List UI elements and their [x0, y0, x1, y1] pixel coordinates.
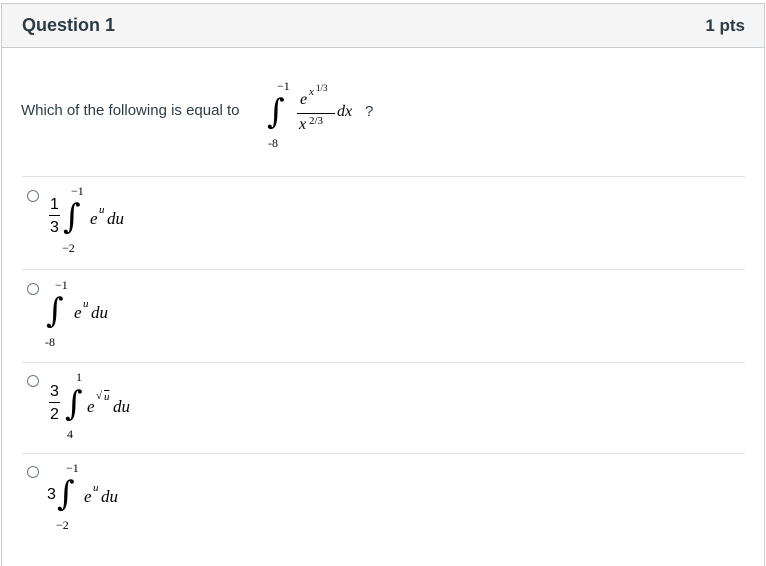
- sqrt-icon: √: [96, 390, 103, 402]
- question-points: 1 pts: [705, 16, 745, 35]
- answer-3-coef-den: 2: [50, 406, 59, 423]
- answer-1-fraction-bar: [49, 215, 60, 216]
- answer-radio-2[interactable]: [27, 283, 39, 295]
- answer-option-3[interactable]: 3 2 1 ∫ 4 e √ u du: [0, 362, 762, 453]
- question-prompt: Which of the following is equal to: [21, 102, 240, 119]
- answer-radio-4[interactable]: [27, 466, 39, 478]
- answer-4-coef: 3: [47, 486, 56, 503]
- answer-3-fraction-bar: [49, 402, 60, 403]
- question-title: Question 1: [22, 15, 116, 35]
- denominator-power: 2/3: [309, 115, 324, 127]
- answer-2-differential: du: [91, 303, 108, 322]
- answer-4-lower-limit: −2: [56, 518, 69, 532]
- numerator-exponent-power: 1/3: [316, 83, 328, 93]
- answer-option-1[interactable]: 1 3 −1 ∫ −2 e u du: [0, 176, 762, 269]
- answer-radio-3[interactable]: [27, 375, 39, 387]
- answer-3-coef-num: 3: [50, 383, 59, 400]
- prompt-question-mark: ?: [365, 103, 374, 120]
- answer-4-integrand-exponent: u: [93, 482, 99, 494]
- answer-2-integral-sign: ∫: [46, 291, 64, 331]
- answer-3-differential: du: [113, 397, 130, 416]
- question-header: Question 1 1 pts: [2, 4, 764, 48]
- answer-3-integral-sign: ∫: [65, 384, 83, 424]
- answer-radio-1[interactable]: [27, 190, 39, 202]
- answer-1-differential: du: [107, 209, 124, 228]
- answer-option-2[interactable]: −1 ∫ -8 e u du: [0, 269, 762, 362]
- answer-2-lower-limit: -8: [45, 335, 55, 349]
- integral-lower-limit: -8: [268, 136, 278, 150]
- answer-3-upper-limit: 1: [76, 370, 82, 384]
- answer-1-coef-den: 3: [50, 219, 59, 236]
- answer-3-lower-limit: 4: [67, 427, 73, 441]
- integral-sign: ∫: [267, 92, 285, 132]
- numerator-exponent: x: [309, 86, 314, 98]
- answer-2-integrand-base: e: [74, 303, 82, 322]
- answer-3-integrand-exponent: u: [104, 391, 110, 403]
- answer-option-4[interactable]: 3 −1 ∫ −2 e u du: [0, 453, 762, 566]
- answer-1-integrand-base: e: [90, 209, 98, 228]
- answer-4-integrand-base: e: [84, 487, 92, 506]
- answer-1-integrand-exponent: u: [99, 204, 105, 216]
- answer-2-integrand-exponent: u: [83, 298, 89, 310]
- prompt-fraction-bar: [297, 113, 335, 114]
- denominator-base: x: [299, 116, 307, 133]
- answer-4-integral-sign: ∫: [57, 474, 75, 514]
- answer-1-coef-num: 1: [50, 196, 59, 213]
- prompt-differential: dx: [337, 103, 353, 120]
- answer-1-integral-sign: ∫: [63, 197, 81, 237]
- numerator-base: e: [300, 91, 308, 108]
- answer-3-integrand-base: e: [87, 397, 95, 416]
- answer-4-differential: du: [101, 487, 118, 506]
- answer-1-lower-limit: −2: [62, 241, 75, 255]
